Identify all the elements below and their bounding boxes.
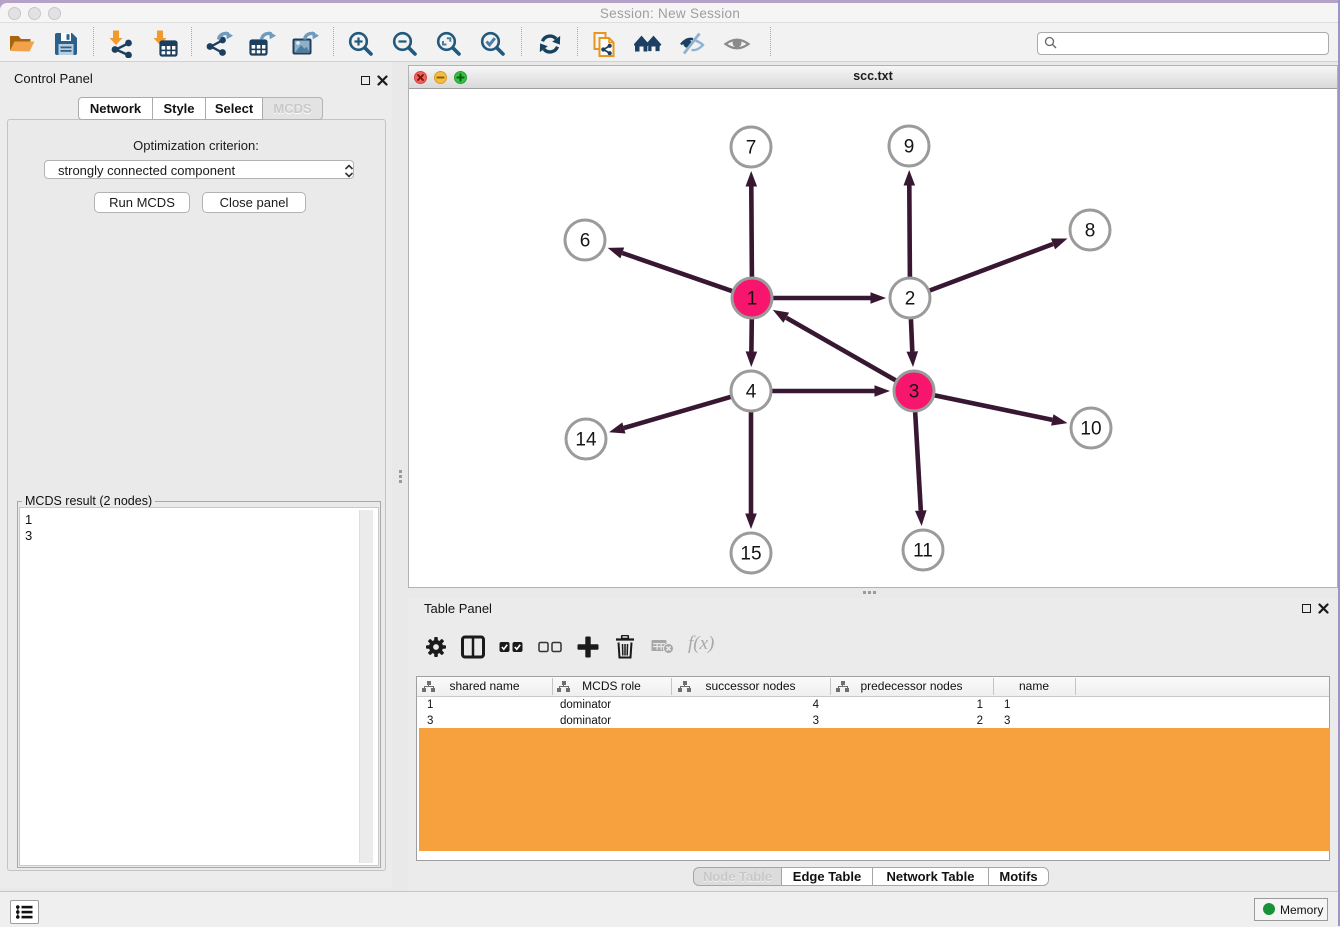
svg-text:9: 9 [904,137,915,158]
svg-text:4: 4 [746,382,757,403]
svg-text:15: 15 [740,544,761,565]
svg-text:2: 2 [905,289,916,310]
svg-text:1: 1 [747,289,758,310]
svg-text:14: 14 [575,430,597,451]
svg-text:11: 11 [913,541,933,562]
svg-text:8: 8 [1085,221,1096,242]
svg-text:10: 10 [1080,419,1101,440]
svg-text:7: 7 [746,138,757,159]
svg-text:6: 6 [580,231,591,252]
svg-text:3: 3 [909,382,920,403]
